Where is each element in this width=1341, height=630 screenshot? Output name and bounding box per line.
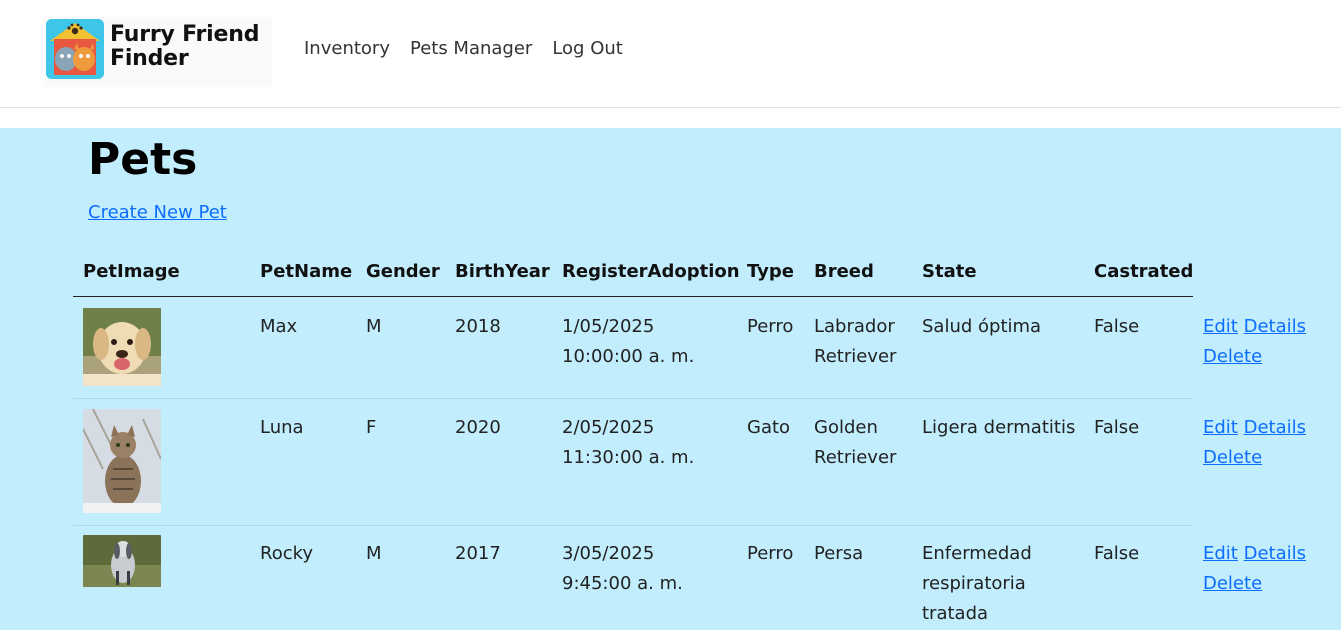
table-row: Luna F 2020 2/05/2025 11:30:00 a. m. Gat…	[73, 399, 1341, 525]
pet-birth-year: 2020	[455, 417, 501, 438]
nav-item-pets-manager[interactable]: Pets Manager	[410, 38, 532, 59]
table-row: Rocky M 2017 3/05/2025 9:45:00 a. m. Per…	[73, 525, 1341, 630]
page-title: Pets	[88, 134, 198, 185]
delete-link[interactable]: Delete	[1203, 447, 1262, 468]
row-actions: Edit Details Delete	[1203, 312, 1313, 372]
pet-image	[83, 535, 161, 587]
pet-castrated: False	[1094, 543, 1140, 564]
pet-name: Max	[260, 316, 298, 337]
register-date: 3/05/2025	[562, 543, 655, 564]
delete-link[interactable]: Delete	[1203, 573, 1262, 594]
navbar: Furry Friend Finder Inventory Pets Manag…	[0, 0, 1341, 108]
brand-name: Furry Friend Finder	[110, 22, 260, 71]
pet-name: Rocky	[260, 543, 314, 564]
pet-type: Gato	[747, 417, 791, 438]
pet-state: Salud óptima	[922, 316, 1042, 337]
details-link[interactable]: Details	[1244, 417, 1306, 438]
pet-castrated: False	[1094, 316, 1140, 337]
column-header-type: Type	[747, 261, 794, 282]
pet-birth-year: 2017	[455, 543, 501, 564]
pet-type: Perro	[747, 543, 794, 564]
pet-register-adoption: 3/05/2025 9:45:00 a. m.	[562, 539, 742, 599]
pet-gender: M	[366, 316, 382, 337]
column-header-registeradoption: RegisterAdoption	[562, 261, 740, 282]
pet-state: Ligera dermatitis	[922, 417, 1076, 438]
pet-birth-year: 2018	[455, 316, 501, 337]
details-link[interactable]: Details	[1244, 543, 1306, 564]
pet-breed: Persa	[814, 543, 864, 564]
pet-gender: F	[366, 417, 377, 438]
pet-image	[83, 308, 161, 386]
register-time: 11:30:00 a. m.	[562, 447, 695, 468]
delete-link[interactable]: Delete	[1203, 346, 1262, 367]
column-header-birthyear: BirthYear	[455, 261, 550, 282]
pet-state: Enfermedad respiratoria tratada	[922, 543, 1032, 624]
brand[interactable]: Furry Friend Finder	[44, 17, 272, 87]
column-header-petimage: PetImage	[83, 261, 180, 282]
edit-link[interactable]: Edit	[1203, 417, 1238, 438]
pet-breed: Labrador Retriever	[814, 316, 897, 367]
details-link[interactable]: Details	[1244, 316, 1306, 337]
column-header-petname: PetName	[260, 261, 353, 282]
main-content: Pets Create New Pet PetImage PetName Gen…	[0, 128, 1341, 630]
create-new-pet-link[interactable]: Create New Pet	[88, 202, 227, 223]
register-date: 2/05/2025	[562, 417, 655, 438]
pet-type: Perro	[747, 316, 794, 337]
edit-link[interactable]: Edit	[1203, 543, 1238, 564]
register-time: 10:00:00 a. m.	[562, 346, 695, 367]
row-actions: Edit Details Delete	[1203, 539, 1313, 599]
column-header-state: State	[922, 261, 977, 282]
column-header-gender: Gender	[366, 261, 440, 282]
register-date: 1/05/2025	[562, 316, 655, 337]
edit-link[interactable]: Edit	[1203, 316, 1238, 337]
pet-image	[83, 409, 161, 513]
pet-register-adoption: 2/05/2025 11:30:00 a. m.	[562, 413, 742, 473]
pet-breed: Golden Retriever	[814, 417, 897, 468]
nav-item-inventory[interactable]: Inventory	[304, 38, 390, 59]
pet-gender: M	[366, 543, 382, 564]
nav-menu: Inventory Pets Manager Log Out	[304, 38, 623, 59]
header-divider	[73, 296, 1193, 297]
column-header-castrated: Castrated	[1094, 261, 1194, 282]
register-time: 9:45:00 a. m.	[562, 573, 683, 594]
column-header-breed: Breed	[814, 261, 874, 282]
pet-house-logo-icon	[46, 19, 104, 79]
row-actions: Edit Details Delete	[1203, 413, 1313, 473]
pet-castrated: False	[1094, 417, 1140, 438]
nav-item-log-out[interactable]: Log Out	[552, 38, 623, 59]
pet-name: Luna	[260, 417, 304, 438]
table-row: Max M 2018 1/05/2025 10:00:00 a. m. Perr…	[73, 298, 1341, 398]
pet-register-adoption: 1/05/2025 10:00:00 a. m.	[562, 312, 742, 372]
